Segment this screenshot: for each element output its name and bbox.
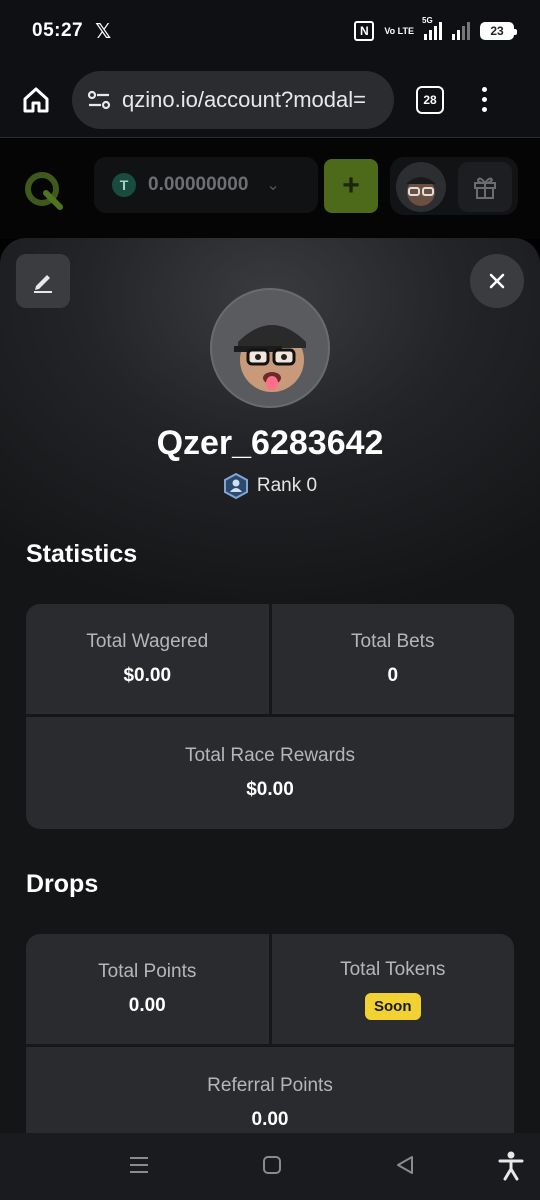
total-bets-label: Total Bets (351, 631, 435, 652)
drops-grid: Total Points 0.00 Total Tokens Soon Refe… (26, 934, 514, 1138)
tabs-icon[interactable]: 28 (416, 85, 444, 114)
home-nav-icon[interactable] (262, 1153, 282, 1177)
account-modal: Qzer_6283642 Rank 0 Statistics Total Wag… (0, 238, 540, 1138)
total-points-value: 0.00 (128, 995, 166, 1016)
total-tokens-card: Total Tokens Soon (271, 934, 514, 1044)
deposit-button[interactable]: + (324, 159, 378, 213)
address-bar[interactable]: qzino.io/account?modal= (72, 70, 394, 129)
gift-icon[interactable] (458, 162, 512, 212)
site-settings-icon[interactable] (86, 87, 112, 113)
referral-points-label: Referral Points (207, 1075, 333, 1096)
back-icon[interactable] (394, 1153, 416, 1177)
tab-count: 28 (423, 92, 437, 107)
rank-icon (223, 472, 248, 500)
signal-icon (452, 22, 470, 40)
statistics-grid: Total Wagered $0.00 Total Bets 0 Total R… (26, 604, 514, 829)
tether-icon: T (112, 173, 136, 197)
username: Qzer_6283642 (156, 424, 384, 462)
close-icon (489, 273, 505, 289)
pencil-icon (34, 275, 52, 293)
statistics-title: Statistics (26, 540, 138, 568)
app-header: T 0.00000000 ⌄ + (0, 139, 540, 239)
nfc-icon: N (354, 21, 375, 41)
system-navigation-bar (0, 1133, 540, 1200)
url-text: qzino.io/account?modal= (122, 86, 366, 112)
total-race-rewards-value: $0.00 (246, 779, 294, 800)
total-wagered-card: Total Wagered $0.00 (26, 604, 269, 714)
rank-badge: Rank 0 (0, 472, 540, 500)
rank-label: Rank 0 (256, 475, 318, 496)
wallet-selector[interactable]: T 0.00000000 ⌄ (94, 157, 318, 213)
total-wagered-label: Total Wagered (86, 631, 209, 652)
soon-badge: Soon (365, 992, 421, 1020)
x-notification-icon: 𝕏 (95, 20, 112, 43)
total-race-rewards-card: Total Race Rewards $0.00 (26, 717, 514, 829)
total-race-rewards-label: Total Race Rewards (184, 745, 356, 766)
accessibility-icon[interactable] (498, 1151, 524, 1181)
user-actions (390, 157, 518, 215)
status-icons: N Vo LTE 5G 23 (354, 16, 517, 41)
browser-toolbar: qzino.io/account?modal= 28 (0, 62, 540, 138)
total-bets-card: Total Bets 0 (271, 604, 514, 714)
referral-points-value: 0.00 (251, 1109, 289, 1130)
battery-level: 23 (490, 24, 504, 38)
chevron-down-icon: ⌄ (266, 177, 280, 194)
status-bar: 05:27 𝕏 N Vo LTE 5G 23 (0, 0, 540, 62)
total-bets-value: 0 (387, 665, 399, 686)
edit-profile-button[interactable] (16, 254, 70, 308)
status-time: 05:27 (32, 20, 84, 41)
avatar[interactable] (396, 162, 446, 212)
total-points-label: Total Points (98, 961, 197, 982)
drops-title: Drops (26, 870, 99, 898)
profile-avatar (210, 288, 330, 408)
total-tokens-label: Total Tokens (340, 958, 446, 980)
total-wagered-value: $0.00 (123, 665, 172, 686)
close-button[interactable] (470, 254, 524, 308)
recents-icon[interactable] (128, 1153, 150, 1177)
signal-5g-icon: 5G (422, 16, 442, 40)
battery-icon: 23 (480, 22, 517, 40)
total-points-card: Total Points 0.00 (26, 934, 269, 1044)
home-icon[interactable] (18, 82, 54, 118)
referral-points-card: Referral Points 0.00 (26, 1047, 514, 1138)
menu-icon[interactable] (482, 87, 487, 112)
qzino-logo[interactable] (22, 169, 64, 211)
wallet-balance: 0.00000000 (148, 174, 249, 195)
volte-icon: Vo LTE (384, 25, 414, 36)
